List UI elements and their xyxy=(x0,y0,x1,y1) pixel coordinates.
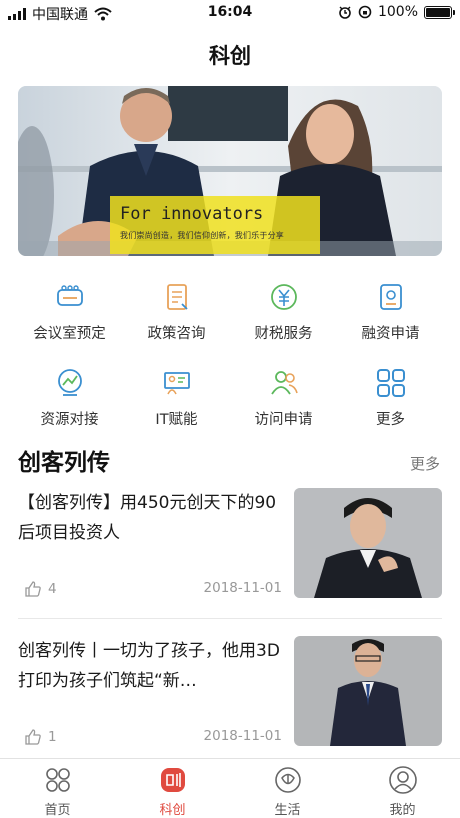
thumbs-up-icon xyxy=(25,729,41,745)
article-thumbnail xyxy=(294,488,442,598)
article-title: 【创客列传】用450元创天下的90后项目投资人 xyxy=(18,493,277,543)
banner-title: For innovators xyxy=(120,204,264,224)
article-date: 2018-11-01 xyxy=(203,580,282,596)
it-presentation-icon xyxy=(163,372,190,395)
article-date: 2018-11-01 xyxy=(203,728,282,744)
profile-icon xyxy=(388,766,417,794)
article-card[interactable]: 【创客列传】用450元创天下的90后项目投资人 4 2018-11-01 xyxy=(18,488,442,600)
tab-life[interactable]: 生活 xyxy=(230,765,345,818)
service-more[interactable]: 更多 xyxy=(333,366,448,429)
article-title: 创客列传丨一切为了孩子，他用3D打印为孩子们筑起“新… xyxy=(18,641,280,691)
service-meeting-room[interactable]: 会议室预定 xyxy=(12,280,127,343)
tab-home[interactable]: 首页 xyxy=(0,765,115,818)
tab-innovation[interactable]: 科创 xyxy=(115,765,230,818)
section-title: 创客列传 xyxy=(18,450,110,476)
innovation-icon xyxy=(160,768,185,792)
status-right: 100% xyxy=(338,4,455,20)
service-visit[interactable]: 访问申请 xyxy=(226,366,341,429)
rotation-lock-icon xyxy=(358,5,372,19)
service-financing[interactable]: 融资申请 xyxy=(333,280,448,343)
service-label: 更多 xyxy=(376,412,405,428)
status-bar: 中国联通 16:04 100% xyxy=(0,0,460,24)
yuan-coin-icon xyxy=(270,284,297,310)
service-label: 会议室预定 xyxy=(33,326,106,342)
home-grid-icon xyxy=(45,768,70,792)
life-icon xyxy=(274,767,301,793)
service-label: 资源对接 xyxy=(40,412,99,428)
article-meta: 1 2018-11-01 xyxy=(18,726,282,748)
battery-percent: 100% xyxy=(377,4,418,20)
service-it[interactable]: IT赋能 xyxy=(119,366,234,429)
banner-caption: For innovators 我们崇尚创造，我们信仰创新，我们乐于分享 xyxy=(110,196,320,254)
bottom-tab-bar: 首页 科创 生活 我的 xyxy=(0,758,460,818)
banner-carousel[interactable]: For innovators 我们崇尚创造，我们信仰创新，我们乐于分享 xyxy=(18,86,442,256)
service-resource[interactable]: 资源对接 xyxy=(12,366,127,429)
tab-label: 科创 xyxy=(159,803,186,818)
service-policy[interactable]: 政策咨询 xyxy=(119,280,234,343)
article-thumbnail xyxy=(294,636,442,746)
finance-application-icon xyxy=(379,284,402,310)
tab-profile[interactable]: 我的 xyxy=(345,765,460,818)
visitor-people-icon xyxy=(270,371,298,395)
service-label: 财税服务 xyxy=(254,326,313,342)
service-label: 融资申请 xyxy=(361,326,420,342)
like-button[interactable]: 1 xyxy=(24,728,57,746)
more-grid-icon xyxy=(376,369,405,397)
service-finance-tax[interactable]: 财税服务 xyxy=(226,280,341,343)
policy-document-icon xyxy=(166,284,188,310)
service-label: 政策咨询 xyxy=(147,326,206,342)
banner-subtitle: 我们崇尚创造，我们信仰创新，我们乐于分享 xyxy=(120,231,284,240)
alarm-icon xyxy=(339,6,351,19)
service-label: 访问申请 xyxy=(254,412,313,428)
like-count: 4 xyxy=(48,581,57,597)
service-row-2: 资源对接 IT赋能 访问申请 更多 xyxy=(0,366,460,438)
thumbs-up-icon xyxy=(25,581,41,597)
page-title: 科创 xyxy=(209,44,251,68)
service-row-1: 会议室预定 政策咨询 财税服务 融资申请 xyxy=(0,280,460,352)
article-meta: 4 2018-11-01 xyxy=(18,578,282,600)
article-divider xyxy=(18,618,442,619)
tab-label: 首页 xyxy=(44,803,71,818)
article-card[interactable]: 创客列传丨一切为了孩子，他用3D打印为孩子们筑起“新… 1 2018-11-01 xyxy=(18,636,442,748)
like-button[interactable]: 4 xyxy=(24,580,57,598)
resource-chart-icon xyxy=(57,369,82,396)
service-label: IT赋能 xyxy=(155,412,198,428)
tab-label: 生活 xyxy=(274,803,301,818)
section-more-link[interactable]: 更多 xyxy=(410,453,440,474)
battery-icon xyxy=(424,5,455,19)
tab-label: 我的 xyxy=(389,803,416,818)
meeting-room-icon xyxy=(56,285,83,306)
like-count: 1 xyxy=(48,729,57,745)
